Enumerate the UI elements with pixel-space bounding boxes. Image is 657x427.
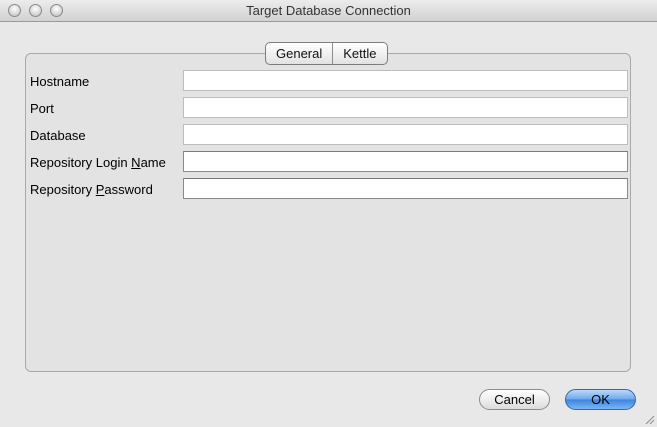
hostname-label: Hostname (30, 74, 90, 89)
title-bar: Target Database Connection (0, 0, 657, 22)
window-title: Target Database Connection (246, 3, 411, 18)
repository-login-name-field[interactable] (183, 151, 628, 172)
repository-password-label: Repository Password (30, 182, 153, 197)
tab-group: General Kettle (265, 42, 388, 65)
tab-general[interactable]: General (266, 43, 332, 64)
database-label: Database (30, 128, 86, 143)
resize-grip-icon[interactable] (643, 413, 655, 425)
port-label: Port (30, 101, 54, 116)
database-field[interactable] (183, 124, 628, 145)
hostname-field[interactable] (183, 70, 628, 91)
repository-password-field[interactable] (183, 178, 628, 199)
port-field[interactable] (183, 97, 628, 118)
ok-button[interactable]: OK (565, 389, 636, 410)
cancel-button[interactable]: Cancel (479, 389, 550, 410)
tab-kettle[interactable]: Kettle (332, 43, 386, 64)
repository-login-name-label: Repository Login Name (30, 155, 166, 170)
